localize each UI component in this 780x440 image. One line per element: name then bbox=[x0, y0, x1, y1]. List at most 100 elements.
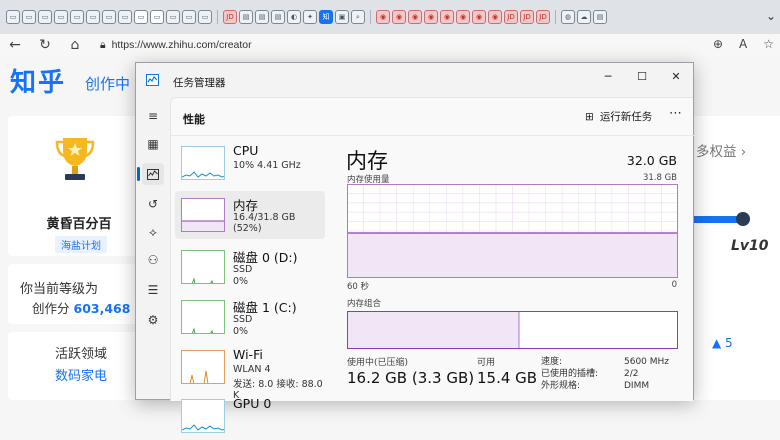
tab-doc-icon[interactable]: ▤ bbox=[255, 10, 269, 24]
more-rights-link[interactable]: 多权益 › bbox=[696, 140, 746, 160]
back-icon[interactable]: ← bbox=[0, 37, 30, 53]
device-item-net[interactable]: Wi-Fi WLAN 4 发送: 8.0 接收: 88.0 K bbox=[175, 343, 325, 401]
device-item-mem[interactable]: 内存 16.4/31.8 GB (52%) bbox=[175, 191, 325, 239]
startup-apps-icon[interactable]: ⟡ bbox=[142, 221, 164, 243]
url-field[interactable]: 🔒︎ https://www.zhihu.com/creator bbox=[100, 34, 770, 56]
active-area-value[interactable]: 数码家电 bbox=[55, 365, 107, 384]
in-use-stat: 使用中(已压缩) 16.2 GB (3.3 GB) bbox=[347, 355, 474, 387]
in-use-label: 使用中(已压缩) bbox=[347, 358, 409, 368]
form-factor-label: 外形规格: bbox=[541, 381, 581, 391]
device-detail-1: SSD bbox=[233, 264, 253, 275]
zhihu-logo[interactable]: 知乎 bbox=[10, 62, 66, 99]
tab-page-icon[interactable]: ▭ bbox=[102, 10, 116, 24]
device-item-cpu[interactable]: CPU 10% 4.41 GHz bbox=[175, 139, 325, 187]
tab-weibo-icon[interactable]: ◉ bbox=[440, 10, 454, 24]
read-aloud-icon[interactable]: A bbox=[739, 37, 747, 51]
tab-page-icon[interactable]: ▭ bbox=[86, 10, 100, 24]
device-item-disk[interactable]: 磁盘 1 (C:) SSD 0% bbox=[175, 293, 325, 341]
tab-separator bbox=[217, 10, 218, 24]
more-options-icon[interactable]: ⋯ bbox=[669, 106, 682, 121]
tab-cloud-icon[interactable]: ☁ bbox=[577, 10, 591, 24]
maximize-button[interactable]: ☐ bbox=[625, 63, 659, 89]
tab-jd-icon[interactable]: JD bbox=[520, 10, 534, 24]
in-use-value: 16.2 GB (3.3 GB) bbox=[347, 369, 475, 387]
tab-jd-icon[interactable]: JD bbox=[536, 10, 550, 24]
arrow-up-icon: ▲ bbox=[712, 336, 726, 350]
performance-icon[interactable] bbox=[142, 163, 164, 185]
task-manager-app-icon bbox=[146, 74, 159, 86]
tab-weibo-icon[interactable]: ◉ bbox=[456, 10, 470, 24]
users-icon[interactable]: ⚇ bbox=[142, 249, 164, 271]
url-text: https://www.zhihu.com/creator bbox=[111, 39, 252, 51]
tab-doc-icon[interactable]: ▤ bbox=[239, 10, 253, 24]
title-bar[interactable]: 任务管理器 ─ ☐ ✕ bbox=[136, 63, 693, 97]
memory-composition-label: 内存组合 bbox=[347, 299, 382, 309]
tab-page-icon[interactable]: ▭ bbox=[182, 10, 196, 24]
close-button[interactable]: ✕ bbox=[659, 63, 693, 89]
tab-page-icon[interactable]: ▭ bbox=[38, 10, 52, 24]
tab-weibo-icon[interactable]: ◉ bbox=[488, 10, 502, 24]
tab-page-icon[interactable]: ▭ bbox=[166, 10, 180, 24]
achievement-card: 黄昏百分百 海盐计划 bbox=[8, 116, 150, 256]
tab-separator bbox=[555, 10, 556, 24]
hamburger-menu-icon[interactable]: ≡ bbox=[142, 105, 164, 127]
run-task-icon: ⊞ bbox=[585, 110, 594, 123]
tab-page-icon[interactable]: ▭ bbox=[150, 10, 164, 24]
home-icon[interactable]: ⌂ bbox=[60, 37, 90, 53]
device-item-cpu[interactable]: GPU 0 bbox=[175, 392, 325, 440]
tab-search-icon[interactable]: ⌄ bbox=[766, 9, 776, 23]
device-name: Wi-Fi bbox=[233, 347, 263, 362]
memory-in-use-segment bbox=[348, 312, 519, 348]
level-question: 你当前等级为 bbox=[20, 282, 99, 297]
page-title: 性能 bbox=[183, 113, 205, 126]
achievement-badge[interactable]: 海盐计划 bbox=[55, 236, 107, 253]
zoom-icon[interactable]: ⊕ bbox=[713, 37, 723, 51]
tab-jd-icon[interactable]: JD bbox=[223, 10, 237, 24]
tab-search-icon[interactable]: ⌕ bbox=[351, 10, 365, 24]
slots-value: 2/2 bbox=[624, 369, 639, 379]
available-label: 可用 bbox=[477, 358, 496, 368]
run-new-task-button[interactable]: ⊞ 运行新任务 bbox=[585, 109, 652, 124]
details-icon[interactable]: ☰ bbox=[142, 279, 164, 301]
creator-center-title: 创作中 bbox=[85, 75, 131, 93]
address-bar-row: ← ↻ ⌂ 🔒︎ https://www.zhihu.com/creator ⊕… bbox=[0, 34, 780, 56]
processes-icon[interactable]: ▦ bbox=[142, 133, 164, 155]
tab-jd-icon[interactable]: JD bbox=[504, 10, 518, 24]
graph-axis-left: 60 秒 bbox=[347, 282, 370, 292]
tab-star-icon[interactable]: ✦ bbox=[303, 10, 317, 24]
performance-panel: 性能 ⊞ 运行新任务 ⋯ CPU 10% 4.41 GHz 内存 16.4/31.8 … bbox=[170, 97, 694, 433]
tab-image-icon[interactable]: ▣ bbox=[335, 10, 349, 24]
tab-game-icon[interactable]: ◐ bbox=[287, 10, 301, 24]
tab-doc-icon[interactable]: ▤ bbox=[271, 10, 285, 24]
favorite-icon[interactable]: ☆ bbox=[763, 37, 774, 51]
tab-weibo-icon[interactable]: ◉ bbox=[392, 10, 406, 24]
device-detail-2: 0% bbox=[233, 326, 249, 337]
upvote-count[interactable]: ▲ 5 bbox=[712, 336, 733, 350]
tab-weibo-icon[interactable]: ◉ bbox=[408, 10, 422, 24]
memory-usage-graph bbox=[347, 184, 678, 278]
device-name: CPU bbox=[233, 143, 259, 158]
tab-page-icon[interactable]: ▭ bbox=[22, 10, 36, 24]
tab-page-icon[interactable]: ▭ bbox=[198, 10, 212, 24]
app-history-icon[interactable]: ↺ bbox=[142, 193, 164, 215]
refresh-icon[interactable]: ↻ bbox=[30, 37, 60, 53]
tab-weibo-icon[interactable]: ◉ bbox=[472, 10, 486, 24]
available-stat: 可用 15.4 GB bbox=[477, 355, 537, 387]
memory-spec-values: 5600 MHz 2/2 DIMM bbox=[624, 356, 669, 392]
tab-page-icon[interactable]: ▭ bbox=[70, 10, 84, 24]
nav-rail: ≡ ▦ ↺ ⟡ ⚇ ☰ ⚙ bbox=[136, 97, 170, 401]
tab-page-icon[interactable]: ▭ bbox=[134, 10, 148, 24]
tab-page-icon[interactable]: ▭ bbox=[54, 10, 68, 24]
memory-composition-bar bbox=[347, 311, 678, 349]
tab-doc-icon[interactable]: ▤ bbox=[593, 10, 607, 24]
services-icon[interactable]: ⚙ bbox=[142, 309, 164, 331]
slots-label: 已使用的插槽: bbox=[541, 369, 599, 379]
tab-weibo-icon[interactable]: ◉ bbox=[376, 10, 390, 24]
tab-weibo-icon[interactable]: ◉ bbox=[424, 10, 438, 24]
tab-page-icon[interactable]: ▭ bbox=[118, 10, 132, 24]
device-item-disk[interactable]: 磁盘 0 (D:) SSD 0% bbox=[175, 243, 325, 291]
tab-zhihu-icon[interactable]: 知 bbox=[319, 10, 333, 24]
tab-page-icon[interactable]: ▭ bbox=[6, 10, 20, 24]
minimize-button[interactable]: ─ bbox=[591, 63, 625, 89]
tab-edge-icon[interactable]: ◍ bbox=[561, 10, 575, 24]
